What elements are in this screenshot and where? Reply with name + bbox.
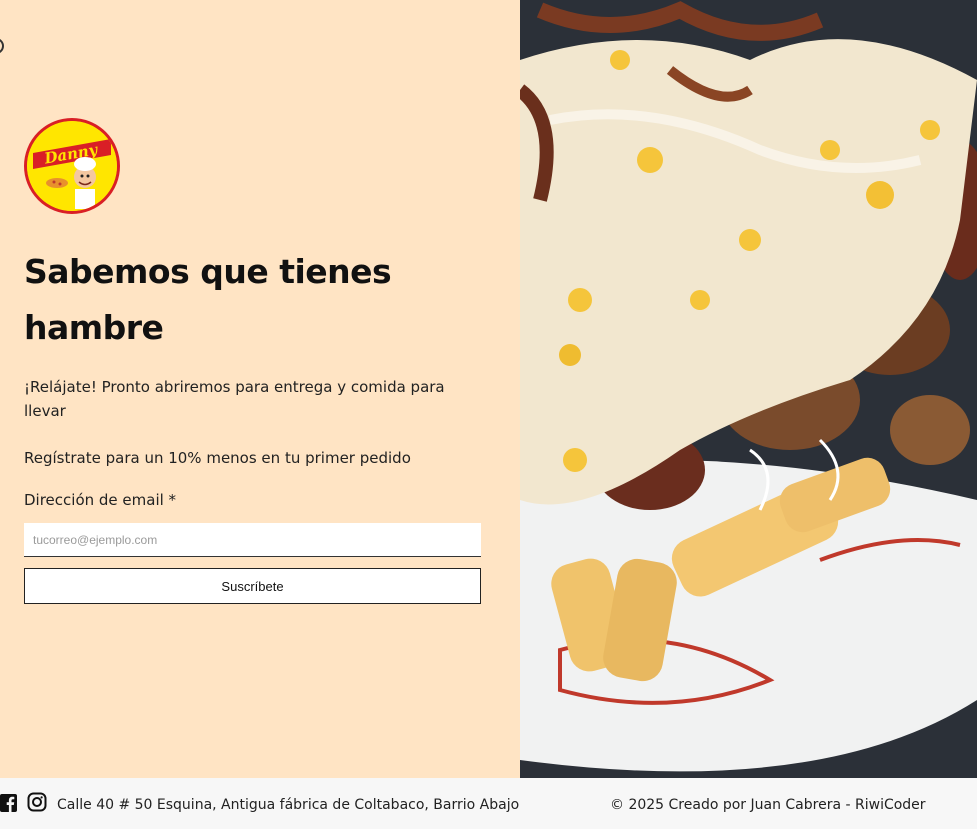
footer-copyright: © 2025 Creado por Juan Cabrera - RiwiCod… [610, 797, 926, 813]
hero-panel: Danny Sabemos que tienes hambre ¡Relájat… [0, 0, 520, 778]
intro-text: ¡Relájate! Pronto abriremos para entrega… [24, 378, 445, 420]
email-field[interactable] [24, 523, 481, 557]
page-title: Sabemos que tienes hambre [24, 252, 392, 347]
brand-logo: Danny [24, 118, 120, 214]
email-label: Dirección de email * [24, 491, 177, 509]
subscribe-button[interactable]: Suscríbete [24, 568, 481, 604]
carousel-edge-icon [0, 38, 4, 54]
promo-text: Regístrate para un 10% menos en tu prime… [24, 449, 411, 467]
facebook-icon[interactable] [0, 794, 17, 812]
food-photo [520, 0, 977, 778]
footer-address: Calle 40 # 50 Esquina, Antigua fábrica d… [57, 797, 520, 813]
instagram-icon[interactable] [27, 792, 47, 812]
